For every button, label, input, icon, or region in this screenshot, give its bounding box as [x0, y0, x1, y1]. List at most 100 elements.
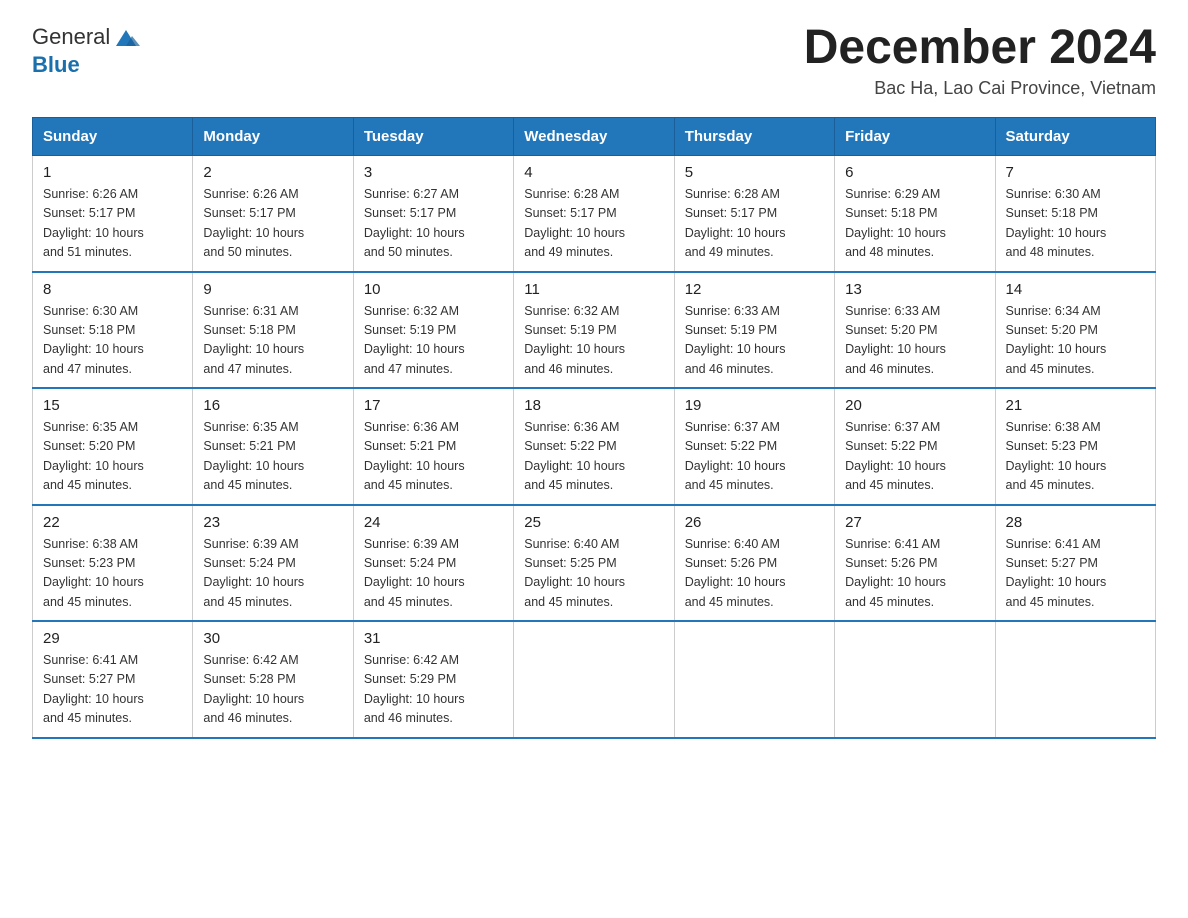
weekday-header-friday: Friday [835, 118, 995, 156]
logo: General Blue [32, 24, 140, 77]
weekday-header-row: SundayMondayTuesdayWednesdayThursdayFrid… [33, 118, 1156, 156]
calendar-title-area: December 2024 Bac Ha, Lao Cai Province, … [804, 24, 1156, 99]
calendar-day-cell: 28 Sunrise: 6:41 AMSunset: 5:27 PMDaylig… [995, 505, 1155, 622]
day-info: Sunrise: 6:39 AMSunset: 5:24 PMDaylight:… [203, 535, 342, 613]
calendar-day-cell: 16 Sunrise: 6:35 AMSunset: 5:21 PMDaylig… [193, 388, 353, 505]
day-info: Sunrise: 6:39 AMSunset: 5:24 PMDaylight:… [364, 535, 503, 613]
weekday-header-tuesday: Tuesday [353, 118, 513, 156]
calendar-day-cell: 7 Sunrise: 6:30 AMSunset: 5:18 PMDayligh… [995, 156, 1155, 272]
calendar-day-cell: 19 Sunrise: 6:37 AMSunset: 5:22 PMDaylig… [674, 388, 834, 505]
calendar-day-cell: 18 Sunrise: 6:36 AMSunset: 5:22 PMDaylig… [514, 388, 674, 505]
calendar-day-cell [514, 621, 674, 738]
day-info: Sunrise: 6:30 AMSunset: 5:18 PMDaylight:… [43, 302, 182, 380]
calendar-day-cell: 23 Sunrise: 6:39 AMSunset: 5:24 PMDaylig… [193, 505, 353, 622]
location-subtitle: Bac Ha, Lao Cai Province, Vietnam [804, 78, 1156, 99]
day-info: Sunrise: 6:37 AMSunset: 5:22 PMDaylight:… [685, 418, 824, 496]
calendar-day-cell: 10 Sunrise: 6:32 AMSunset: 5:19 PMDaylig… [353, 272, 513, 389]
day-number: 12 [685, 281, 824, 298]
day-info: Sunrise: 6:35 AMSunset: 5:21 PMDaylight:… [203, 418, 342, 496]
day-info: Sunrise: 6:26 AMSunset: 5:17 PMDaylight:… [203, 185, 342, 263]
calendar-table: SundayMondayTuesdayWednesdayThursdayFrid… [32, 117, 1156, 739]
day-number: 19 [685, 397, 824, 414]
day-number: 11 [524, 281, 663, 298]
day-number: 25 [524, 514, 663, 531]
calendar-day-cell [674, 621, 834, 738]
calendar-week-row: 15 Sunrise: 6:35 AMSunset: 5:20 PMDaylig… [33, 388, 1156, 505]
month-title: December 2024 [804, 24, 1156, 72]
day-number: 27 [845, 514, 984, 531]
day-number: 5 [685, 164, 824, 181]
calendar-day-cell: 11 Sunrise: 6:32 AMSunset: 5:19 PMDaylig… [514, 272, 674, 389]
day-number: 14 [1006, 281, 1145, 298]
day-info: Sunrise: 6:28 AMSunset: 5:17 PMDaylight:… [524, 185, 663, 263]
calendar-day-cell: 31 Sunrise: 6:42 AMSunset: 5:29 PMDaylig… [353, 621, 513, 738]
calendar-day-cell: 21 Sunrise: 6:38 AMSunset: 5:23 PMDaylig… [995, 388, 1155, 505]
day-number: 31 [364, 630, 503, 647]
day-info: Sunrise: 6:28 AMSunset: 5:17 PMDaylight:… [685, 185, 824, 263]
calendar-day-cell: 4 Sunrise: 6:28 AMSunset: 5:17 PMDayligh… [514, 156, 674, 272]
calendar-day-cell: 26 Sunrise: 6:40 AMSunset: 5:26 PMDaylig… [674, 505, 834, 622]
weekday-header-sunday: Sunday [33, 118, 193, 156]
day-number: 21 [1006, 397, 1145, 414]
calendar-day-cell: 3 Sunrise: 6:27 AMSunset: 5:17 PMDayligh… [353, 156, 513, 272]
day-number: 13 [845, 281, 984, 298]
weekday-header-saturday: Saturday [995, 118, 1155, 156]
day-info: Sunrise: 6:35 AMSunset: 5:20 PMDaylight:… [43, 418, 182, 496]
day-info: Sunrise: 6:33 AMSunset: 5:20 PMDaylight:… [845, 302, 984, 380]
day-info: Sunrise: 6:27 AMSunset: 5:17 PMDaylight:… [364, 185, 503, 263]
logo-icon [112, 24, 140, 52]
day-info: Sunrise: 6:36 AMSunset: 5:22 PMDaylight:… [524, 418, 663, 496]
calendar-day-cell: 8 Sunrise: 6:30 AMSunset: 5:18 PMDayligh… [33, 272, 193, 389]
day-info: Sunrise: 6:38 AMSunset: 5:23 PMDaylight:… [1006, 418, 1145, 496]
day-info: Sunrise: 6:41 AMSunset: 5:27 PMDaylight:… [43, 651, 182, 729]
day-info: Sunrise: 6:41 AMSunset: 5:26 PMDaylight:… [845, 535, 984, 613]
calendar-week-row: 1 Sunrise: 6:26 AMSunset: 5:17 PMDayligh… [33, 156, 1156, 272]
day-info: Sunrise: 6:26 AMSunset: 5:17 PMDaylight:… [43, 185, 182, 263]
calendar-day-cell: 6 Sunrise: 6:29 AMSunset: 5:18 PMDayligh… [835, 156, 995, 272]
day-info: Sunrise: 6:31 AMSunset: 5:18 PMDaylight:… [203, 302, 342, 380]
day-number: 26 [685, 514, 824, 531]
day-number: 9 [203, 281, 342, 298]
calendar-day-cell: 17 Sunrise: 6:36 AMSunset: 5:21 PMDaylig… [353, 388, 513, 505]
day-info: Sunrise: 6:33 AMSunset: 5:19 PMDaylight:… [685, 302, 824, 380]
day-number: 15 [43, 397, 182, 414]
calendar-day-cell: 5 Sunrise: 6:28 AMSunset: 5:17 PMDayligh… [674, 156, 834, 272]
day-info: Sunrise: 6:30 AMSunset: 5:18 PMDaylight:… [1006, 185, 1145, 263]
day-info: Sunrise: 6:34 AMSunset: 5:20 PMDaylight:… [1006, 302, 1145, 380]
calendar-day-cell: 15 Sunrise: 6:35 AMSunset: 5:20 PMDaylig… [33, 388, 193, 505]
day-number: 6 [845, 164, 984, 181]
calendar-day-cell: 12 Sunrise: 6:33 AMSunset: 5:19 PMDaylig… [674, 272, 834, 389]
calendar-day-cell: 20 Sunrise: 6:37 AMSunset: 5:22 PMDaylig… [835, 388, 995, 505]
day-info: Sunrise: 6:29 AMSunset: 5:18 PMDaylight:… [845, 185, 984, 263]
day-number: 29 [43, 630, 182, 647]
day-number: 22 [43, 514, 182, 531]
calendar-day-cell: 9 Sunrise: 6:31 AMSunset: 5:18 PMDayligh… [193, 272, 353, 389]
day-number: 8 [43, 281, 182, 298]
day-number: 20 [845, 397, 984, 414]
day-number: 3 [364, 164, 503, 181]
day-number: 17 [364, 397, 503, 414]
calendar-week-row: 29 Sunrise: 6:41 AMSunset: 5:27 PMDaylig… [33, 621, 1156, 738]
weekday-header-monday: Monday [193, 118, 353, 156]
calendar-week-row: 22 Sunrise: 6:38 AMSunset: 5:23 PMDaylig… [33, 505, 1156, 622]
day-info: Sunrise: 6:41 AMSunset: 5:27 PMDaylight:… [1006, 535, 1145, 613]
day-number: 2 [203, 164, 342, 181]
calendar-day-cell: 24 Sunrise: 6:39 AMSunset: 5:24 PMDaylig… [353, 505, 513, 622]
day-info: Sunrise: 6:32 AMSunset: 5:19 PMDaylight:… [524, 302, 663, 380]
day-info: Sunrise: 6:38 AMSunset: 5:23 PMDaylight:… [43, 535, 182, 613]
day-info: Sunrise: 6:40 AMSunset: 5:26 PMDaylight:… [685, 535, 824, 613]
day-number: 23 [203, 514, 342, 531]
calendar-day-cell: 25 Sunrise: 6:40 AMSunset: 5:25 PMDaylig… [514, 505, 674, 622]
day-number: 1 [43, 164, 182, 181]
day-info: Sunrise: 6:36 AMSunset: 5:21 PMDaylight:… [364, 418, 503, 496]
day-info: Sunrise: 6:37 AMSunset: 5:22 PMDaylight:… [845, 418, 984, 496]
day-info: Sunrise: 6:32 AMSunset: 5:19 PMDaylight:… [364, 302, 503, 380]
day-number: 28 [1006, 514, 1145, 531]
day-number: 16 [203, 397, 342, 414]
calendar-day-cell: 27 Sunrise: 6:41 AMSunset: 5:26 PMDaylig… [835, 505, 995, 622]
calendar-day-cell [835, 621, 995, 738]
weekday-header-thursday: Thursday [674, 118, 834, 156]
page-header: General Blue December 2024 Bac Ha, Lao C… [32, 24, 1156, 99]
calendar-day-cell: 2 Sunrise: 6:26 AMSunset: 5:17 PMDayligh… [193, 156, 353, 272]
day-number: 4 [524, 164, 663, 181]
